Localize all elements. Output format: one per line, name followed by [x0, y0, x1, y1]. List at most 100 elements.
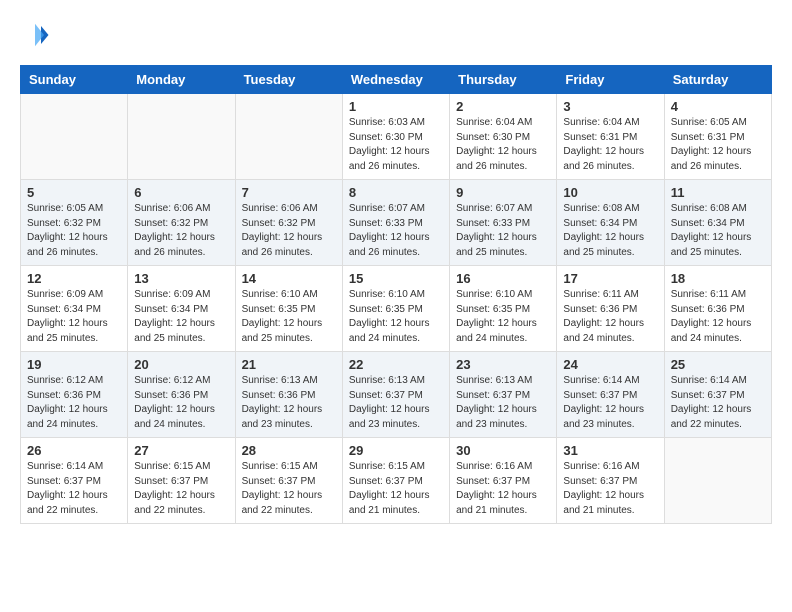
logo-icon	[20, 20, 50, 50]
calendar-cell: 7 Sunrise: 6:06 AM Sunset: 6:32 PM Daylig…	[235, 180, 342, 266]
day-number: 4	[671, 99, 765, 114]
calendar-cell: 31Sunrise: 6:16 AM Sunset: 6:37 PM Dayli…	[557, 438, 664, 524]
calendar-cell: 23 Sunrise: 6:13 AM Sunset: 6:37 PM Dayli…	[450, 352, 557, 438]
day-number: 7	[242, 185, 336, 200]
day-number: 15	[349, 271, 443, 286]
calendar-cell: 10 Sunrise: 6:08 AM Sunset: 6:34 PM Dayli…	[557, 180, 664, 266]
day-info: Sunrise: 6:10 AM Sunset: 6:35 PM Dayligh…	[456, 288, 550, 346]
day-info: Sunrise: 6:15 AM Sunset: 6:37 PM Dayligh…	[349, 460, 443, 518]
calendar-cell: 4 Sunrise: 6:05 AM Sunset: 6:31 PM Daylig…	[664, 94, 771, 180]
day-info: Sunrise: 6:15 AM Sunset: 6:37 PM Dayligh…	[134, 460, 228, 518]
day-info: Sunrise: 6:13 AM Sunset: 6:36 PM Dayligh…	[242, 374, 336, 432]
calendar-cell: 13Sunrise: 6:09 AM Sunset: 6:34 PM Dayli…	[128, 266, 235, 352]
day-info: Sunrise: 6:13 AM Sunset: 6:37 PM Dayligh…	[349, 374, 443, 432]
day-number: 23	[456, 357, 550, 372]
day-number: 6	[134, 185, 228, 200]
day-number: 27	[134, 443, 228, 458]
weekday-wednesday: Wednesday	[342, 66, 449, 94]
calendar-cell: 25Sunrise: 6:14 AM Sunset: 6:37 PM Dayli…	[664, 352, 771, 438]
calendar-cell	[235, 94, 342, 180]
day-number: 9	[456, 185, 550, 200]
day-info: Sunrise: 6:11 AM Sunset: 6:36 PM Dayligh…	[563, 288, 657, 346]
calendar-cell: 9 Sunrise: 6:07 AM Sunset: 6:33 PM Daylig…	[450, 180, 557, 266]
week-row-4: 19 Sunrise: 6:12 AM Sunset: 6:36 PM Dayli…	[21, 352, 772, 438]
calendar-table: SundayMondayTuesdayWednesdayThursdayFrid…	[20, 65, 772, 524]
day-number: 18	[671, 271, 765, 286]
calendar-cell: 30 Sunrise: 6:16 AM Sunset: 6:37 PM Dayli…	[450, 438, 557, 524]
day-info: Sunrise: 6:10 AM Sunset: 6:35 PM Dayligh…	[242, 288, 336, 346]
day-number: 20	[134, 357, 228, 372]
day-info: Sunrise: 6:11 AM Sunset: 6:36 PM Dayligh…	[671, 288, 765, 346]
day-number: 16	[456, 271, 550, 286]
page-header	[20, 20, 772, 50]
day-number: 8	[349, 185, 443, 200]
calendar-cell: 5 Sunrise: 6:05 AM Sunset: 6:32 PM Daylig…	[21, 180, 128, 266]
day-number: 11	[671, 185, 765, 200]
calendar-cell: 27 Sunrise: 6:15 AM Sunset: 6:37 PM Dayli…	[128, 438, 235, 524]
calendar-cell: 26 Sunrise: 6:14 AM Sunset: 6:37 PM Dayli…	[21, 438, 128, 524]
day-number: 26	[27, 443, 121, 458]
calendar-cell: 29 Sunrise: 6:15 AM Sunset: 6:37 PM Dayli…	[342, 438, 449, 524]
day-info: Sunrise: 6:07 AM Sunset: 6:33 PM Dayligh…	[456, 202, 550, 260]
calendar-cell	[664, 438, 771, 524]
day-number: 13	[134, 271, 228, 286]
day-info: Sunrise: 6:03 AM Sunset: 6:30 PM Dayligh…	[349, 116, 443, 174]
day-info: Sunrise: 6:04 AM Sunset: 6:30 PM Dayligh…	[456, 116, 550, 174]
day-number: 12	[27, 271, 121, 286]
day-info: Sunrise: 6:13 AM Sunset: 6:37 PM Dayligh…	[456, 374, 550, 432]
day-number: 10	[563, 185, 657, 200]
weekday-friday: Friday	[557, 66, 664, 94]
day-number: 22	[349, 357, 443, 372]
day-info: Sunrise: 6:16 AM Sunset: 6:37 PM Dayligh…	[456, 460, 550, 518]
day-info: Sunrise: 6:15 AM Sunset: 6:37 PM Dayligh…	[242, 460, 336, 518]
calendar-cell	[128, 94, 235, 180]
week-row-3: 12 Sunrise: 6:09 AM Sunset: 6:34 PM Dayli…	[21, 266, 772, 352]
day-info: Sunrise: 6:05 AM Sunset: 6:32 PM Dayligh…	[27, 202, 121, 260]
weekday-tuesday: Tuesday	[235, 66, 342, 94]
weekday-thursday: Thursday	[450, 66, 557, 94]
day-number: 24	[563, 357, 657, 372]
day-info: Sunrise: 6:07 AM Sunset: 6:33 PM Dayligh…	[349, 202, 443, 260]
day-info: Sunrise: 6:09 AM Sunset: 6:34 PM Dayligh…	[27, 288, 121, 346]
calendar-cell: 3 Sunrise: 6:04 AM Sunset: 6:31 PM Daylig…	[557, 94, 664, 180]
day-number: 14	[242, 271, 336, 286]
day-info: Sunrise: 6:04 AM Sunset: 6:31 PM Dayligh…	[563, 116, 657, 174]
calendar-cell: 18 Sunrise: 6:11 AM Sunset: 6:36 PM Dayli…	[664, 266, 771, 352]
day-info: Sunrise: 6:08 AM Sunset: 6:34 PM Dayligh…	[563, 202, 657, 260]
calendar-cell: 6 Sunrise: 6:06 AM Sunset: 6:32 PM Daylig…	[128, 180, 235, 266]
day-info: Sunrise: 6:14 AM Sunset: 6:37 PM Dayligh…	[671, 374, 765, 432]
day-info: Sunrise: 6:06 AM Sunset: 6:32 PM Dayligh…	[242, 202, 336, 260]
calendar-cell: 20 Sunrise: 6:12 AM Sunset: 6:36 PM Dayli…	[128, 352, 235, 438]
day-number: 29	[349, 443, 443, 458]
day-number: 30	[456, 443, 550, 458]
day-number: 28	[242, 443, 336, 458]
calendar-cell: 11Sunrise: 6:08 AM Sunset: 6:34 PM Dayli…	[664, 180, 771, 266]
day-info: Sunrise: 6:12 AM Sunset: 6:36 PM Dayligh…	[134, 374, 228, 432]
day-info: Sunrise: 6:14 AM Sunset: 6:37 PM Dayligh…	[563, 374, 657, 432]
week-row-5: 26 Sunrise: 6:14 AM Sunset: 6:37 PM Dayli…	[21, 438, 772, 524]
calendar-cell: 16 Sunrise: 6:10 AM Sunset: 6:35 PM Dayli…	[450, 266, 557, 352]
calendar-cell: 8 Sunrise: 6:07 AM Sunset: 6:33 PM Daylig…	[342, 180, 449, 266]
day-number: 3	[563, 99, 657, 114]
day-number: 19	[27, 357, 121, 372]
calendar-cell: 22 Sunrise: 6:13 AM Sunset: 6:37 PM Dayli…	[342, 352, 449, 438]
calendar-cell: 12 Sunrise: 6:09 AM Sunset: 6:34 PM Dayli…	[21, 266, 128, 352]
day-number: 2	[456, 99, 550, 114]
logo	[20, 20, 56, 50]
weekday-sunday: Sunday	[21, 66, 128, 94]
weekday-saturday: Saturday	[664, 66, 771, 94]
week-row-1: 1 Sunrise: 6:03 AM Sunset: 6:30 PM Daylig…	[21, 94, 772, 180]
day-number: 31	[563, 443, 657, 458]
calendar-cell: 1 Sunrise: 6:03 AM Sunset: 6:30 PM Daylig…	[342, 94, 449, 180]
calendar-cell: 19Sunrise: 6:12 AM Sunset: 6:36 PM Dayli…	[21, 352, 128, 438]
calendar-cell: 21Sunrise: 6:13 AM Sunset: 6:36 PM Dayli…	[235, 352, 342, 438]
week-row-2: 5 Sunrise: 6:05 AM Sunset: 6:32 PM Daylig…	[21, 180, 772, 266]
day-info: Sunrise: 6:05 AM Sunset: 6:31 PM Dayligh…	[671, 116, 765, 174]
calendar-cell: 2 Sunrise: 6:04 AM Sunset: 6:30 PM Daylig…	[450, 94, 557, 180]
day-number: 1	[349, 99, 443, 114]
day-info: Sunrise: 6:14 AM Sunset: 6:37 PM Dayligh…	[27, 460, 121, 518]
calendar-cell: 17Sunrise: 6:11 AM Sunset: 6:36 PM Dayli…	[557, 266, 664, 352]
calendar-cell: 15Sunrise: 6:10 AM Sunset: 6:35 PM Dayli…	[342, 266, 449, 352]
day-info: Sunrise: 6:06 AM Sunset: 6:32 PM Dayligh…	[134, 202, 228, 260]
day-number: 5	[27, 185, 121, 200]
